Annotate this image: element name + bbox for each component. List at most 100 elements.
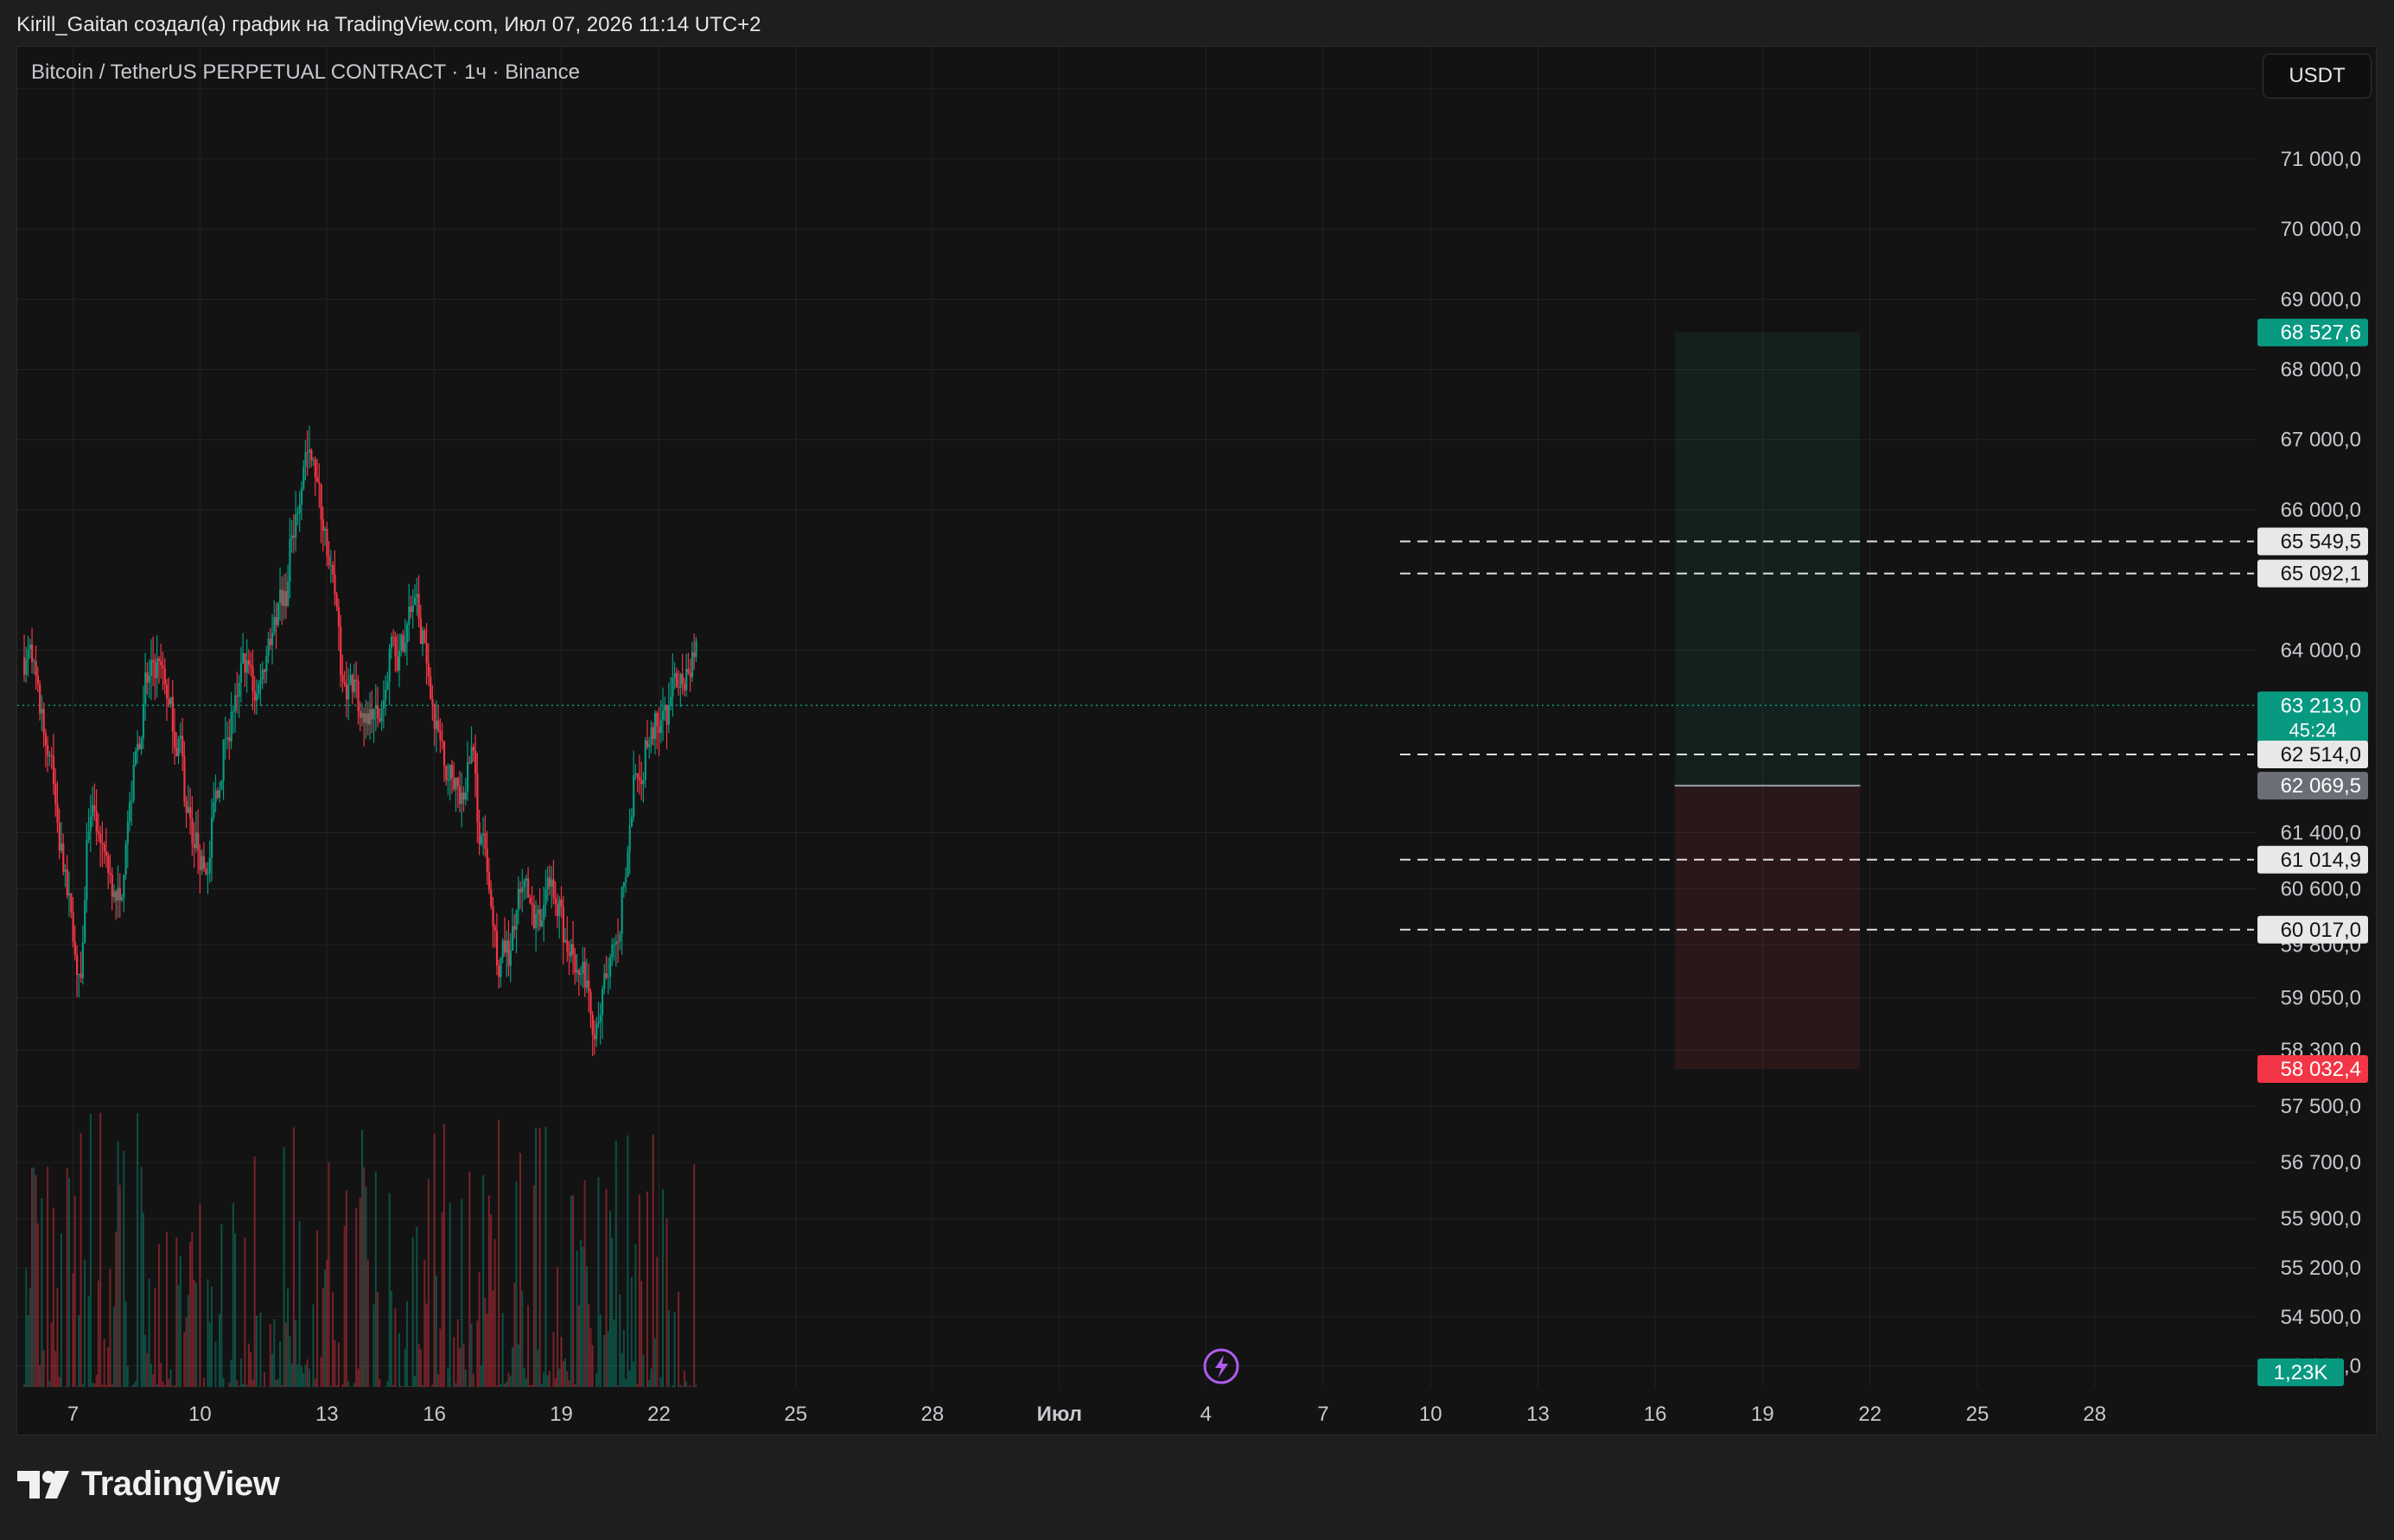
volume-bar	[419, 1348, 422, 1387]
price-axis-label: 66 000,0	[2281, 499, 2361, 522]
volume-bar	[42, 1350, 45, 1387]
candle-body	[476, 773, 479, 823]
volume-bar	[636, 1383, 639, 1387]
brand-name: TradingView	[81, 1465, 280, 1503]
candle-body	[650, 727, 653, 745]
volume-bar	[290, 1363, 293, 1387]
candle-body	[148, 676, 150, 683]
candle-body	[50, 754, 53, 757]
volume-bar	[500, 1384, 502, 1387]
volume-bar	[458, 1348, 461, 1387]
price-label-value: 65 092,1	[2281, 563, 2361, 586]
candle-body	[691, 652, 694, 678]
candle-body	[271, 633, 274, 646]
candle-body	[450, 765, 454, 779]
volume-bar	[146, 1352, 149, 1387]
candle-body	[385, 689, 387, 701]
volume-bar	[41, 1198, 43, 1387]
volume-bar	[202, 1378, 205, 1387]
volume-bar	[222, 1378, 225, 1387]
time-axis-label: 16	[1644, 1403, 1667, 1426]
volume-bar	[58, 1377, 60, 1387]
candle-body	[126, 821, 129, 843]
time-axis-label: 19	[550, 1403, 573, 1426]
candle-body	[142, 704, 145, 739]
volume-bar	[525, 1378, 527, 1387]
candle-body	[81, 942, 84, 978]
volume-bar	[175, 1238, 178, 1387]
candle-body	[538, 909, 541, 927]
volume-bar	[292, 1127, 295, 1387]
candle-body	[523, 881, 525, 888]
volume-bar	[328, 1161, 330, 1387]
volume-bar	[355, 1207, 358, 1387]
currency-button[interactable]: USDT	[2263, 54, 2372, 99]
volume-bar	[648, 1379, 651, 1387]
volume-bar	[273, 1319, 276, 1387]
candle-body	[564, 940, 567, 943]
volume-bar	[543, 1372, 545, 1387]
volume-bar	[259, 1312, 262, 1387]
volume-bar	[162, 1381, 164, 1387]
volume-bar	[591, 1345, 594, 1387]
price-axis-label: 71 000,0	[2281, 148, 2361, 171]
volume-bar	[529, 1384, 532, 1387]
candle-body	[527, 878, 530, 897]
time-axis-label: 22	[647, 1403, 671, 1426]
candle-body	[154, 662, 156, 678]
candle-body	[290, 535, 293, 539]
volume-bar	[693, 1163, 696, 1387]
candle-body	[517, 888, 519, 910]
volume-bar	[385, 1386, 387, 1387]
candle-body	[425, 643, 428, 664]
volume-bar	[283, 1147, 285, 1387]
candle-body	[181, 735, 184, 757]
candle-body	[640, 780, 643, 785]
volume-bar	[564, 1359, 567, 1387]
price-label-value: 60 017,0	[2281, 919, 2361, 942]
candle-body	[417, 594, 420, 619]
candle-body	[163, 668, 166, 685]
candle-body	[646, 740, 649, 748]
candle-body	[214, 790, 217, 802]
candle-body	[107, 856, 110, 874]
candle-body	[219, 790, 221, 798]
volume-bar	[189, 1241, 192, 1387]
volume-bar	[521, 1290, 524, 1387]
volume-bar	[140, 1167, 143, 1387]
candle-body	[259, 679, 262, 684]
volume-bar	[577, 1305, 580, 1387]
volume-bar	[300, 1365, 302, 1387]
candle-body	[239, 663, 243, 683]
volume-bar	[239, 1359, 242, 1387]
volume-bar	[560, 1336, 563, 1387]
candle-body	[201, 856, 203, 871]
candle-body	[468, 761, 471, 763]
tradingview-logo[interactable]: TradingView	[17, 1465, 280, 1504]
volume-bar	[515, 1180, 518, 1387]
position-profit-zone	[1674, 332, 1861, 786]
price-label-value: 68 527,6	[2281, 321, 2361, 345]
candle-body	[242, 653, 245, 664]
price-chart[interactable]: 72 000,071 000,070 000,069 000,068 000,0…	[0, 0, 2394, 1540]
volume-bar	[433, 1134, 436, 1387]
symbol-title[interactable]: Bitcoin / TetherUS PERPETUAL CONTRACT · …	[31, 60, 580, 85]
volume-bar	[535, 1128, 538, 1387]
candle-body	[73, 941, 76, 955]
candle-body	[521, 887, 524, 893]
volume-bar	[183, 1332, 186, 1387]
candle-body	[123, 875, 125, 898]
candle-body	[543, 905, 545, 921]
candle-body	[245, 660, 248, 673]
volume-bar	[431, 1384, 434, 1387]
volume-bar	[298, 1221, 301, 1387]
volume-bar	[72, 1273, 74, 1387]
volume-bar	[664, 1386, 666, 1387]
volume-bar	[244, 1238, 246, 1387]
candle-body	[165, 684, 169, 699]
candle-body	[251, 666, 254, 691]
volume-bar	[341, 1384, 344, 1387]
time-axis-label: 22	[1858, 1403, 1881, 1426]
candle-body	[296, 512, 299, 515]
volume-bar	[89, 1113, 92, 1387]
